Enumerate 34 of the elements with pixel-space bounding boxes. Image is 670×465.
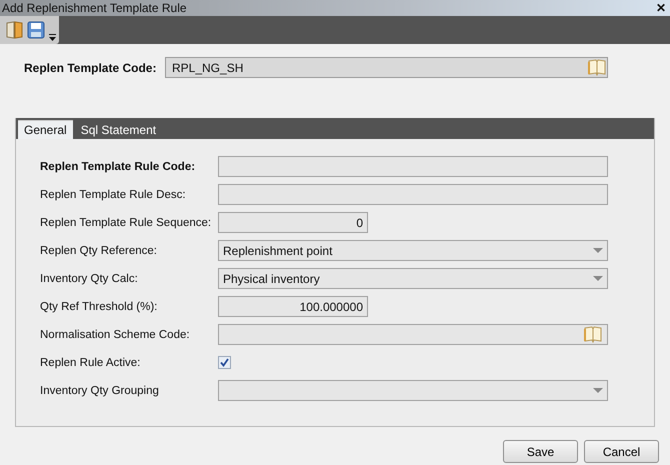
field-label: Replen Qty Reference: bbox=[40, 244, 158, 256]
field-label: Replen Template Rule Desc: bbox=[40, 188, 187, 200]
close-button[interactable]: ✕ bbox=[656, 1, 666, 15]
field-label: Replen Rule Active: bbox=[40, 356, 142, 368]
number-field[interactable]: 0 bbox=[218, 212, 368, 233]
field-label: Inventory Qty Calc: bbox=[40, 272, 139, 284]
dialog-button[interactable]: Cancel bbox=[584, 440, 659, 463]
lookup-field[interactable]: RPL_NG_SH bbox=[165, 57, 608, 78]
text-field[interactable] bbox=[218, 184, 608, 205]
field-label: Normalisation Scheme Code: bbox=[40, 328, 191, 340]
dialog-button[interactable]: Save bbox=[503, 440, 578, 463]
lookup-field[interactable] bbox=[218, 324, 608, 345]
book-icon[interactable] bbox=[6, 21, 23, 39]
checkbox[interactable] bbox=[218, 356, 231, 369]
dropdown[interactable] bbox=[218, 380, 608, 401]
book-icon[interactable] bbox=[583, 326, 603, 343]
dropdown-arrow-icon[interactable] bbox=[593, 248, 603, 254]
save-icon[interactable] bbox=[27, 21, 45, 39]
tab[interactable]: General bbox=[18, 120, 73, 139]
overflow-arrow-icon[interactable] bbox=[49, 34, 56, 41]
field-label: Replen Template Code: bbox=[24, 60, 158, 74]
dropdown[interactable]: Physical inventory bbox=[218, 268, 608, 289]
field-label: Inventory Qty Grouping bbox=[40, 384, 160, 396]
number-field[interactable]: 100.000000 bbox=[218, 296, 368, 317]
window-title: Add Replenishment Template Rule bbox=[2, 1, 187, 15]
tab[interactable]: Sql Statement bbox=[74, 120, 162, 139]
dropdown[interactable]: Replenishment point bbox=[218, 240, 608, 261]
book-icon[interactable] bbox=[587, 59, 607, 76]
field-label: Qty Ref Threshold (%): bbox=[40, 300, 158, 312]
field-label: Replen Template Rule Code: bbox=[40, 160, 196, 172]
field-label: Replen Template Rule Sequence: bbox=[40, 216, 212, 228]
dropdown-arrow-icon[interactable] bbox=[593, 276, 603, 282]
dropdown-arrow-icon[interactable] bbox=[593, 388, 603, 394]
text-field[interactable] bbox=[218, 156, 608, 177]
